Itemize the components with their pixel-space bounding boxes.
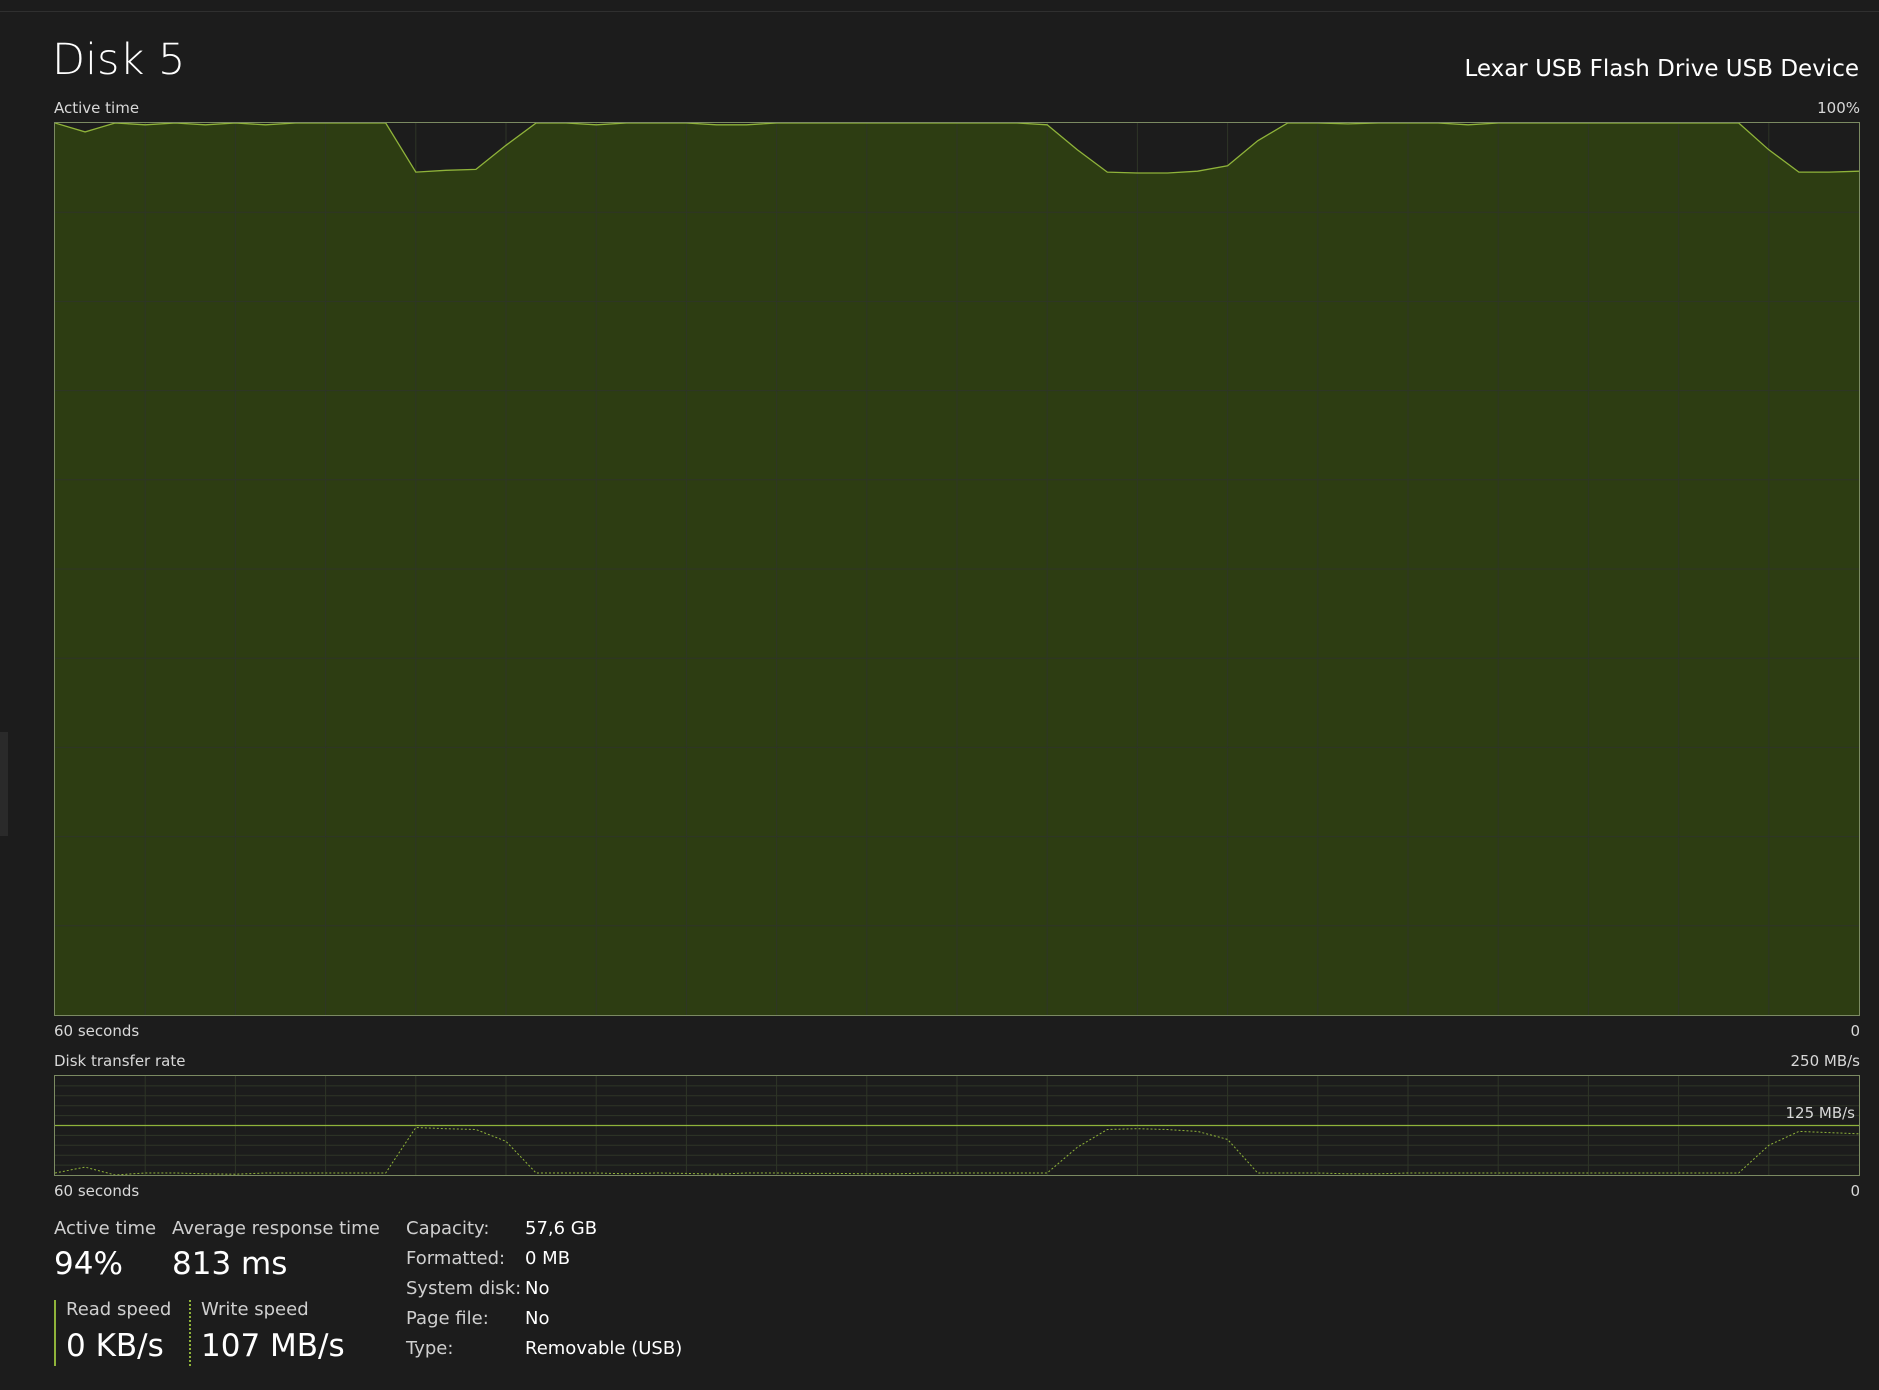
info-value-page-file: No [525, 1308, 550, 1329]
info-key-capacity: Capacity: [406, 1218, 490, 1239]
avg-response-stat-value: 813 ms [172, 1246, 288, 1282]
transfer-rate-chart: 125 MB/s [54, 1075, 1860, 1176]
transfer-rate-x-start-label: 60 seconds [54, 1182, 140, 1200]
transfer-rate-x-end-label: 0 [1850, 1182, 1860, 1200]
read-speed-stat-label: Read speed [66, 1299, 172, 1320]
transfer-rate-max-label: 250 MB/s [1790, 1052, 1861, 1070]
device-name: Lexar USB Flash Drive USB Device [1464, 56, 1859, 82]
active-time-chart-label: Active time [54, 99, 140, 117]
read-speed-stat-value: 0 KB/s [66, 1328, 164, 1364]
info-value-system-disk: No [525, 1278, 550, 1299]
transfer-rate-plot [55, 1076, 1859, 1175]
active-time-plot [55, 123, 1859, 1015]
avg-response-stat-label: Average response time [172, 1218, 380, 1239]
info-value-type: Removable (USB) [525, 1338, 683, 1359]
transfer-rate-mid-label: 125 MB/s [1785, 1104, 1856, 1122]
active-time-stat-label: Active time [54, 1218, 157, 1239]
read-speed-indicator [54, 1300, 56, 1366]
info-value-capacity: 57,6 GB [525, 1218, 598, 1239]
write-speed-stat-value: 107 MB/s [201, 1328, 345, 1364]
info-key-type: Type: [406, 1338, 454, 1359]
active-time-x-end-label: 0 [1850, 1022, 1860, 1040]
info-key-page-file: Page file: [406, 1308, 489, 1329]
transfer-rate-chart-label: Disk transfer rate [54, 1052, 186, 1070]
active-time-chart [54, 122, 1860, 1016]
active-time-max-label: 100% [1817, 99, 1860, 117]
active-time-stat-value: 94% [54, 1246, 123, 1282]
write-speed-stat-label: Write speed [201, 1299, 309, 1320]
top-divider [0, 11, 1879, 12]
page-title: Disk 5 [52, 35, 186, 85]
info-value-formatted: 0 MB [525, 1248, 571, 1269]
write-speed-indicator [189, 1300, 191, 1366]
info-key-formatted: Formatted: [406, 1248, 506, 1269]
info-key-system-disk: System disk: [406, 1278, 522, 1299]
sidebar-edge [0, 732, 8, 836]
active-time-x-start-label: 60 seconds [54, 1022, 140, 1040]
